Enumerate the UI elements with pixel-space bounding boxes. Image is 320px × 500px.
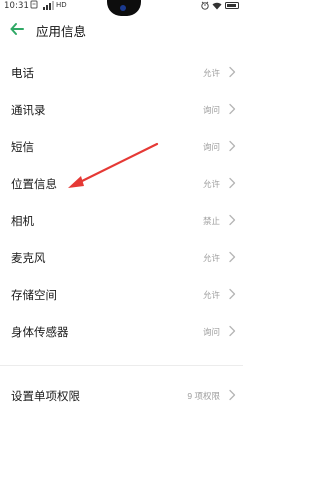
notification-icon — [30, 0, 38, 11]
chevron-right-icon — [229, 288, 236, 300]
permission-row-contacts[interactable]: 通讯录 询问 — [0, 90, 243, 127]
chevron-right-icon — [229, 251, 236, 263]
permission-row-camera[interactable]: 相机 禁止 — [0, 201, 243, 238]
signal-icon — [43, 1, 55, 12]
app-header: 应用信息 — [0, 14, 243, 44]
chevron-right-icon — [229, 214, 236, 226]
status-bar: 10:31 HD — [0, 0, 243, 16]
permission-label: 存储空间 — [11, 290, 57, 302]
single-permission-count: 9 项权限 — [187, 391, 220, 401]
single-permission-label: 设置单项权限 — [11, 391, 80, 403]
permission-row-storage[interactable]: 存储空间 允许 — [0, 275, 243, 312]
permission-list: 电话 允许 通讯录 询问 短信 询问 位置信息 允许 相机 禁止 麦克风 允许 … — [0, 53, 243, 349]
permission-row-body-sensors[interactable]: 身体传感器 询问 — [0, 312, 243, 349]
permission-label: 短信 — [11, 142, 34, 154]
chevron-right-icon — [229, 325, 236, 337]
permission-status: 允许 — [202, 179, 220, 189]
permission-row-sms[interactable]: 短信 询问 — [0, 127, 243, 164]
chevron-right-icon — [229, 140, 236, 152]
status-time: 10:31 — [4, 1, 29, 11]
permission-row-phone[interactable]: 电话 允许 — [0, 53, 243, 90]
chevron-right-icon — [229, 103, 236, 115]
page-title: 应用信息 — [36, 25, 87, 39]
permission-label: 位置信息 — [11, 179, 57, 191]
alarm-icon — [201, 1, 209, 10]
single-permission-settings-row[interactable]: 设置单项权限 9 项权限 — [0, 376, 243, 413]
chevron-right-icon — [229, 66, 236, 78]
permission-status: 询问 — [202, 142, 220, 152]
permission-status: 询问 — [202, 105, 220, 115]
battery-icon — [225, 2, 239, 9]
wifi-icon — [212, 2, 222, 10]
permission-status: 允许 — [202, 290, 220, 300]
section-divider — [0, 365, 243, 366]
permission-label: 相机 — [11, 216, 34, 228]
permission-status: 允许 — [202, 68, 220, 78]
permission-status: 允许 — [202, 253, 220, 263]
permission-label: 麦克风 — [11, 253, 46, 265]
permission-label: 电话 — [11, 68, 34, 80]
back-button[interactable] — [9, 21, 25, 37]
permission-status: 禁止 — [202, 216, 220, 226]
permission-label: 身体传感器 — [11, 327, 69, 339]
hd-label: HD — [56, 1, 67, 9]
chevron-right-icon — [229, 177, 236, 189]
status-icons — [201, 1, 239, 10]
permission-row-microphone[interactable]: 麦克风 允许 — [0, 238, 243, 275]
permission-row-location[interactable]: 位置信息 允许 — [0, 164, 243, 201]
permission-status: 询问 — [202, 327, 220, 337]
chevron-right-icon — [229, 389, 236, 401]
permission-label: 通讯录 — [11, 105, 46, 117]
back-arrow-icon — [10, 23, 24, 35]
